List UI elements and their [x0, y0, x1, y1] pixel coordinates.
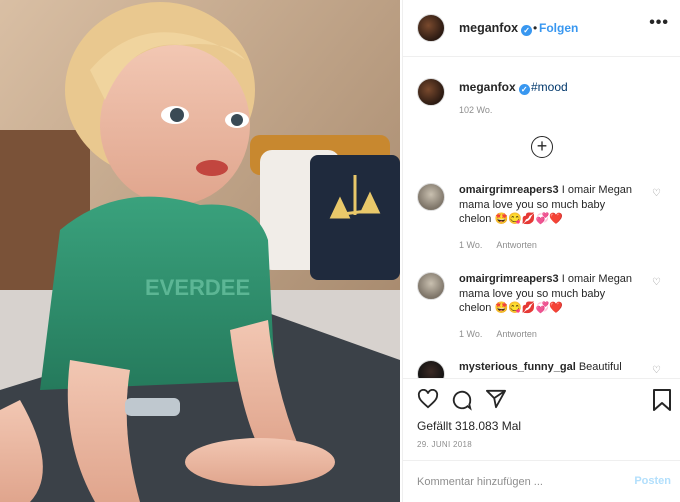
like-comment-heart-icon[interactable]: ♡	[652, 277, 661, 288]
commenter-avatar[interactable]	[417, 272, 445, 300]
svg-text:EVERDEE: EVERDEE	[145, 275, 250, 300]
more-options-icon[interactable]: •••	[649, 14, 669, 32]
separator-dot: •	[533, 21, 538, 35]
post-photo[interactable]: EVERDEE	[0, 0, 400, 502]
caption-hashtag[interactable]: #mood	[531, 80, 568, 94]
reply-button[interactable]: Antworten	[496, 240, 537, 250]
commenter-username[interactable]: omairgrimreapers3	[459, 273, 559, 285]
comment-text-block: mysterious_funny_gal Beautiful	[459, 360, 637, 375]
likes-count[interactable]: Gefällt 318.083 Mal	[417, 419, 521, 433]
comment-input[interactable]	[417, 473, 607, 491]
reply-button[interactable]: Antworten	[496, 329, 537, 339]
comment-meta: 1 Wo. Antworten	[459, 240, 551, 250]
comment-meta: 1 Wo. Antworten	[459, 329, 551, 339]
caption-avatar[interactable]	[417, 78, 445, 106]
post-date: 29. JUNI 2018	[417, 440, 473, 449]
caption-username-text[interactable]: meganfox	[459, 80, 516, 94]
follow-button[interactable]: Folgen	[539, 21, 578, 35]
bookmark-save-icon[interactable]	[653, 389, 671, 416]
comment-bubble-icon[interactable]	[451, 389, 473, 416]
commenter-avatar[interactable]	[417, 360, 445, 378]
add-comment-bar: Posten	[403, 460, 680, 502]
author-username[interactable]: meganfox ✓	[459, 21, 533, 36]
comment-text-block: omairgrimreapers3 I omair Megan mama lov…	[459, 272, 637, 316]
like-comment-heart-icon[interactable]: ♡	[652, 365, 661, 376]
comment-timestamp[interactable]: 1 Wo.	[459, 329, 482, 339]
like-comment-heart-icon[interactable]: ♡	[652, 188, 661, 199]
post-comment-button[interactable]: Posten	[634, 475, 671, 487]
comment-text-block: omairgrimreapers3 I omair Megan mama lov…	[459, 183, 637, 227]
commenter-avatar[interactable]	[417, 183, 445, 211]
comment-text: Beautiful	[578, 361, 622, 373]
verified-badge-icon: ✓	[518, 84, 530, 95]
author-username-text[interactable]: meganfox	[459, 21, 518, 35]
post-header: meganfox ✓ • Folgen •••	[403, 0, 680, 57]
caption-username[interactable]: meganfox ✓	[459, 80, 530, 95]
like-heart-icon[interactable]	[417, 388, 439, 414]
author-avatar[interactable]	[417, 14, 445, 42]
post-actions: Gefällt 318.083 Mal 29. JUNI 2018	[403, 378, 680, 470]
commenter-username[interactable]: mysterious_funny_gal	[459, 361, 576, 373]
verified-badge-icon: ✓	[521, 25, 533, 36]
post-side-panel: meganfox ✓ • Folgen ••• meganfox ✓ #mood 1…	[402, 0, 680, 502]
commenter-username[interactable]: omairgrimreapers3	[459, 184, 559, 196]
share-send-icon[interactable]	[485, 389, 507, 414]
caption-timestamp[interactable]: 102 Wo.	[459, 105, 492, 115]
load-more-comments-icon[interactable]: +	[531, 136, 553, 158]
comment-timestamp[interactable]: 1 Wo.	[459, 240, 482, 250]
comment-item: mysterious_funny_gal Beautiful ♡	[403, 360, 680, 378]
